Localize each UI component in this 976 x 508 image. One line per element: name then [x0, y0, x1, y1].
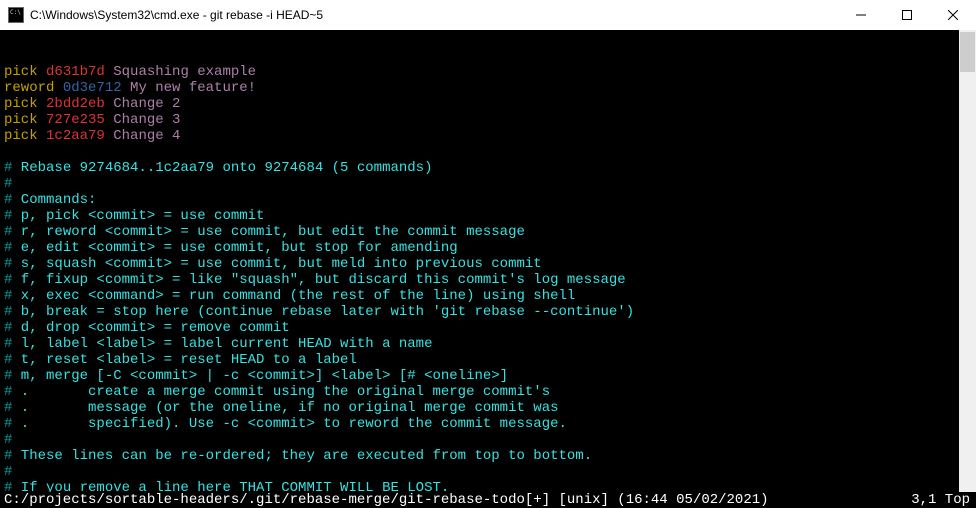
comment-line: # l, label <label> = label current HEAD …	[4, 336, 976, 352]
blank-line	[4, 144, 976, 160]
comment-line: # Commands:	[4, 192, 976, 208]
maximize-icon	[902, 10, 912, 20]
comment-line: # x, exec <command> = run command (the r…	[4, 288, 976, 304]
comment-line: # . specified). Use -c <commit> to rewor…	[4, 416, 976, 432]
comment-line: # t, reset <label> = reset HEAD to a lab…	[4, 352, 976, 368]
comment-line: # . create a merge commit using the orig…	[4, 384, 976, 400]
minimize-button[interactable]	[838, 0, 884, 30]
comment-line: # e, edit <commit> = use commit, but sto…	[4, 240, 976, 256]
rebase-line: pick d631b7d Squashing example	[4, 64, 976, 80]
cmd-icon	[8, 7, 24, 23]
vim-statusbar: C:/projects/sortable-headers/.git/rebase…	[0, 492, 976, 508]
maximize-button[interactable]	[884, 0, 930, 30]
status-path: C:/projects/sortable-headers/.git/rebase…	[4, 492, 769, 508]
rebase-line: pick 2bdd2eb Change 2	[4, 96, 976, 112]
scrollbar[interactable]	[959, 30, 976, 492]
comment-line: # d, drop <commit> = remove commit	[4, 320, 976, 336]
comment-line: # . message (or the oneline, if no origi…	[4, 400, 976, 416]
minimize-icon	[856, 10, 866, 20]
comment-line: # If you remove a line here THAT COMMIT …	[4, 480, 976, 492]
close-icon	[948, 10, 958, 20]
comment-line: #	[4, 464, 976, 480]
window-titlebar: C:\Windows\System32\cmd.exe - git rebase…	[0, 0, 976, 30]
comment-line: # f, fixup <commit> = like "squash", but…	[4, 272, 976, 288]
comment-line: # b, break = stop here (continue rebase …	[4, 304, 976, 320]
terminal-content[interactable]: pick d631b7d Squashing examplereword 0d3…	[0, 30, 976, 492]
comment-line: # m, merge [-C <commit> | -c <commit>] <…	[4, 368, 976, 384]
window-title: C:\Windows\System32\cmd.exe - git rebase…	[30, 8, 323, 22]
rebase-line: pick 727e235 Change 3	[4, 112, 976, 128]
scrollbar-thumb[interactable]	[960, 32, 975, 72]
comment-line: #	[4, 176, 976, 192]
close-button[interactable]	[930, 0, 976, 30]
comment-line: # p, pick <commit> = use commit	[4, 208, 976, 224]
comment-line: # r, reword <commit> = use commit, but e…	[4, 224, 976, 240]
comment-line: # These lines can be re-ordered; they ar…	[4, 448, 976, 464]
status-position: 3,1 Top	[911, 492, 976, 508]
rebase-line: pick 1c2aa79 Change 4	[4, 128, 976, 144]
comment-line: # Rebase 9274684..1c2aa79 onto 9274684 (…	[4, 160, 976, 176]
comment-line: #	[4, 432, 976, 448]
rebase-line: reword 0d3e712 My new feature!	[4, 80, 976, 96]
comment-line: # s, squash <commit> = use commit, but m…	[4, 256, 976, 272]
